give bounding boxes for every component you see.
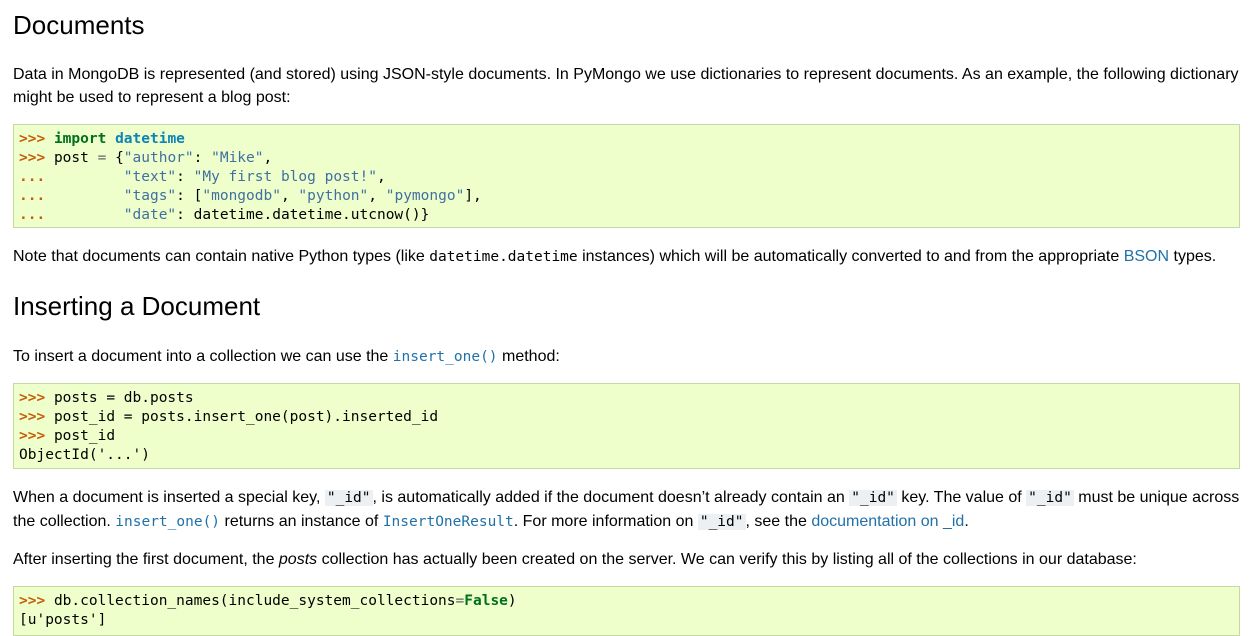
link-bson[interactable]: BSON (1124, 248, 1169, 265)
inline-code: insert_one() (115, 514, 221, 530)
code-call: db.collection_names(include_system_colle… (53, 593, 456, 609)
value-tag: "python" (298, 188, 369, 204)
code-block-collection-names[interactable]: >>> db.collection_names(include_system_c… (13, 586, 1240, 636)
module-name: datetime (115, 131, 185, 147)
text-run: method: (497, 348, 560, 365)
note-paragraph: Note that documents can contain native P… (13, 245, 1243, 269)
paren-close: ) (507, 593, 517, 609)
brace: { (115, 150, 124, 166)
text-run: When a document is inserted a special ke… (13, 489, 325, 506)
section-heading-documents: Documents (13, 10, 145, 40)
inline-code: "_id" (324, 490, 373, 506)
continuation-prompt: ... (19, 188, 46, 204)
text-run: returns an instance of (220, 513, 383, 530)
prompt: >>> (19, 409, 46, 425)
prompt: >>> (19, 428, 46, 444)
code-line: posts = db.posts (53, 390, 194, 406)
operator: = (97, 150, 107, 166)
inline-code: "_id" (1026, 490, 1074, 506)
link-insert-one[interactable]: insert_one() (393, 348, 498, 365)
key-tags: "tags" (123, 188, 177, 204)
keyword-import: import (53, 131, 107, 147)
value-tag: "pymongo" (385, 188, 465, 204)
text-run: To insert a document into a collection w… (13, 348, 393, 365)
code-line: post_id = posts.insert_one(post).inserte… (53, 409, 439, 425)
prompt: >>> (19, 390, 46, 406)
continuation-prompt: ... (19, 207, 46, 223)
text-run: , see the (745, 513, 812, 530)
value-tag: "mongodb" (202, 188, 281, 204)
keyword-false: False (464, 593, 508, 609)
code-block-blog-post[interactable]: >>> import datetime >>> post = {"author"… (13, 124, 1240, 228)
key-text: "text" (123, 169, 177, 185)
inline-code: datetime.datetime (429, 249, 578, 265)
inline-code: insert_one() (392, 349, 498, 365)
value-date: datetime.datetime.utcnow() (193, 207, 421, 223)
text-run: instances) which will be automatically c… (577, 248, 1124, 265)
inline-code: "_id" (697, 514, 746, 530)
code-output: ObjectId('...') (19, 447, 150, 463)
operator: = (455, 593, 465, 609)
inline-code: "_id" (849, 490, 897, 506)
key-author: "author" (123, 150, 194, 166)
continuation-prompt: ... (19, 169, 46, 185)
code-line: post_id (53, 428, 116, 444)
link-insert-one[interactable]: insert_one() (115, 513, 220, 530)
text-run: , is automatically added if the document… (372, 489, 850, 506)
after-insert-paragraph: After inserting the first document, the … (13, 548, 1243, 571)
text-run: collection has actually been created on … (317, 551, 1137, 568)
text-run: . (964, 513, 969, 530)
intro-paragraph: Data in MongoDB is represented (and stor… (13, 66, 1239, 106)
text-run: . For more information on (513, 513, 698, 530)
value-author: "Mike" (211, 150, 264, 166)
prompt: >>> (19, 593, 46, 609)
prompt: >>> (19, 150, 46, 166)
emphasis-posts: posts (278, 551, 318, 568)
key-date: "date" (123, 207, 177, 223)
code-output: [u'posts'] (19, 612, 107, 628)
link-documentation-on-id[interactable]: documentation on _id (811, 513, 964, 530)
text-run: After inserting the first document, the (13, 551, 279, 568)
var-post: post (53, 150, 89, 166)
inline-code: InsertOneResult (382, 514, 514, 530)
text-run: key. The value of (896, 489, 1027, 506)
text-run: Note that documents can contain native P… (13, 248, 430, 265)
code-block-insert[interactable]: >>> posts = db.posts >>> post_id = posts… (13, 383, 1240, 469)
id-explanation-paragraph: When a document is inserted a special ke… (13, 486, 1243, 534)
insert-intro-paragraph: To insert a document into a collection w… (13, 345, 1243, 369)
prompt: >>> (19, 131, 46, 147)
text-run: types. (1169, 248, 1217, 265)
value-text: "My first blog post!" (193, 169, 377, 185)
link-insert-one-result[interactable]: InsertOneResult (383, 513, 514, 530)
section-heading-inserting: Inserting a Document (13, 291, 261, 321)
